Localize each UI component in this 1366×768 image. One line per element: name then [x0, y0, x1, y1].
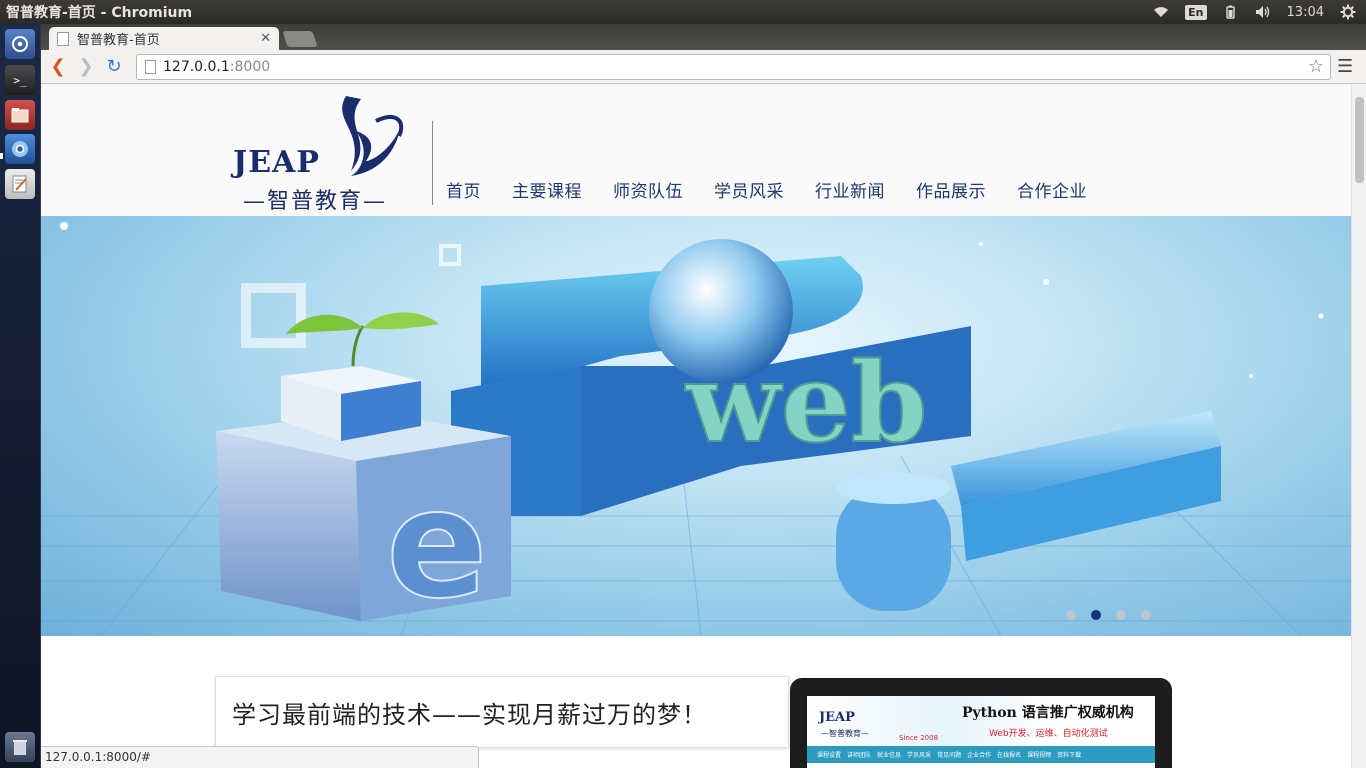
preview-menu-item: 学员风采 [907, 752, 932, 759]
site-logo[interactable]: JEAP —智普教育— [231, 91, 411, 214]
page-favicon-icon [57, 31, 69, 46]
intro-box: 学习最前端的技术——实现月薪过万的梦！ [215, 676, 789, 748]
new-tab-button[interactable] [282, 31, 318, 47]
preview-menu-item: 资料下载 [1057, 752, 1082, 759]
carousel-dot[interactable] [1116, 610, 1126, 620]
preview-subline: Web开发、运维、自动化测试 [989, 729, 1108, 739]
page-info-icon[interactable] [145, 59, 156, 74]
browser-toolbar: ❮ ❯ ↻ 127.0.0.1:8000 ☆ ☰ [41, 50, 1366, 84]
logo-wordmark: JEAP [233, 145, 320, 180]
site-header: JEAP —智普教育— 首页 主要课程 师资队伍 学员风采 行业新闻 作品展示 … [41, 85, 1351, 216]
carousel-dot[interactable] [1141, 610, 1151, 620]
tab-active[interactable]: 智普教育-首页 ✕ [49, 27, 279, 50]
tab-strip: 智普教育-首页 ✕ [41, 24, 1366, 50]
back-arrow-icon[interactable]: ❮ [44, 53, 72, 81]
text-editor-icon[interactable] [5, 169, 35, 199]
header-divider [432, 121, 433, 205]
dash-home-icon[interactable] [5, 29, 35, 59]
carousel-indicators [1066, 610, 1151, 620]
carousel-dot-active[interactable] [1091, 610, 1101, 620]
link-status-bubble: 127.0.0.1:8000/# [41, 746, 479, 768]
preview-menu-item: 常见问题 [937, 752, 962, 759]
reload-icon[interactable]: ↻ [100, 53, 128, 81]
launcher: >_ [0, 24, 41, 768]
browser-menu-icon[interactable]: ☰ [1337, 56, 1353, 77]
system-top-panel: 智普教育-首页 - Chromium En 13:04 [0, 0, 1366, 24]
battery-icon[interactable] [1223, 5, 1239, 19]
bookmark-star-icon[interactable]: ☆ [1308, 56, 1324, 77]
logo-chinese-name: —智普教育— [243, 189, 388, 214]
banner-illustration: web e [41, 222, 1351, 636]
nav-works[interactable]: 作品展示 [916, 177, 986, 202]
preview-logo: JEAP [819, 710, 855, 725]
url-port: :8000 [229, 58, 271, 75]
preview-since: Since 2008 [899, 734, 939, 742]
preview-menu: 课程设置 讲师团队 就业信息 学员风采 常见问题 企业合作 在线报名 课程视频 … [807, 746, 1155, 763]
preview-headline: Python 语言推广权威机构 [962, 705, 1134, 721]
preview-logo-cn: —智普教育— [821, 729, 869, 738]
carousel-dot[interactable] [1066, 610, 1076, 620]
preview-menu-item: 就业信息 [877, 752, 902, 759]
intro-slogan: 学习最前端的技术——实现月薪过万的梦！ [232, 701, 707, 729]
wifi-icon[interactable] [1153, 5, 1169, 19]
chromium-icon[interactable] [5, 134, 35, 164]
nav-courses[interactable]: 主要课程 [512, 177, 582, 202]
page-viewport: JEAP —智普教育— 首页 主要课程 师资队伍 学员风采 行业新闻 作品展示 … [41, 85, 1366, 768]
system-gear-icon[interactable] [1340, 4, 1356, 20]
banner-web-word: web [685, 338, 928, 467]
file-manager-icon[interactable] [5, 100, 35, 130]
indicator-area: En 13:04 [1153, 4, 1366, 20]
page-scrollbar[interactable] [1351, 85, 1366, 768]
main-nav: 首页 主要课程 师资队伍 学员风采 行业新闻 作品展示 合作企业 [446, 177, 1087, 202]
tab-title: 智普教育-首页 [77, 33, 160, 48]
trash-icon[interactable] [5, 732, 35, 762]
preview-menu-item: 课程设置 [817, 752, 842, 759]
logo-swoosh-icon [342, 96, 404, 176]
tablet-screen: JEAP —智普教育— Since 2008 Python 语言推广权威机构 W… [807, 696, 1155, 768]
nav-students[interactable]: 学员风采 [714, 177, 784, 202]
window-title: 智普教育-首页 - Chromium [6, 5, 193, 21]
preview-header: JEAP —智普教育— Since 2008 Python 语言推广权威机构 W… [807, 696, 1155, 746]
nav-home[interactable]: 首页 [446, 177, 481, 202]
keyboard-layout-indicator[interactable]: En [1185, 4, 1207, 20]
banner-e-letter: e [386, 458, 488, 632]
nav-partners[interactable]: 合作企业 [1017, 177, 1087, 202]
nav-news[interactable]: 行业新闻 [815, 177, 885, 202]
address-bar[interactable]: 127.0.0.1:8000 ☆ [136, 53, 1331, 80]
preview-menu-item: 课程视频 [1027, 752, 1052, 759]
volume-icon[interactable] [1255, 5, 1271, 19]
preview-menu-item: 企业合作 [967, 752, 992, 759]
hero-banner[interactable]: web e [41, 216, 1351, 636]
running-indicator [0, 153, 3, 159]
tab-close-icon[interactable]: ✕ [260, 31, 271, 46]
clock[interactable]: 13:04 [1287, 5, 1324, 20]
url-host: 127.0.0.1 [163, 58, 230, 75]
forward-arrow-icon[interactable]: ❯ [72, 53, 100, 81]
terminal-icon[interactable]: >_ [5, 65, 35, 95]
scrollbar-thumb[interactable] [1355, 97, 1364, 183]
preview-menu-item: 在线报名 [997, 752, 1022, 759]
nav-teachers[interactable]: 师资队伍 [613, 177, 683, 202]
tablet-preview: JEAP —智普教育— Since 2008 Python 语言推广权威机构 W… [790, 678, 1172, 768]
preview-menu-item: 讲师团队 [847, 752, 872, 759]
